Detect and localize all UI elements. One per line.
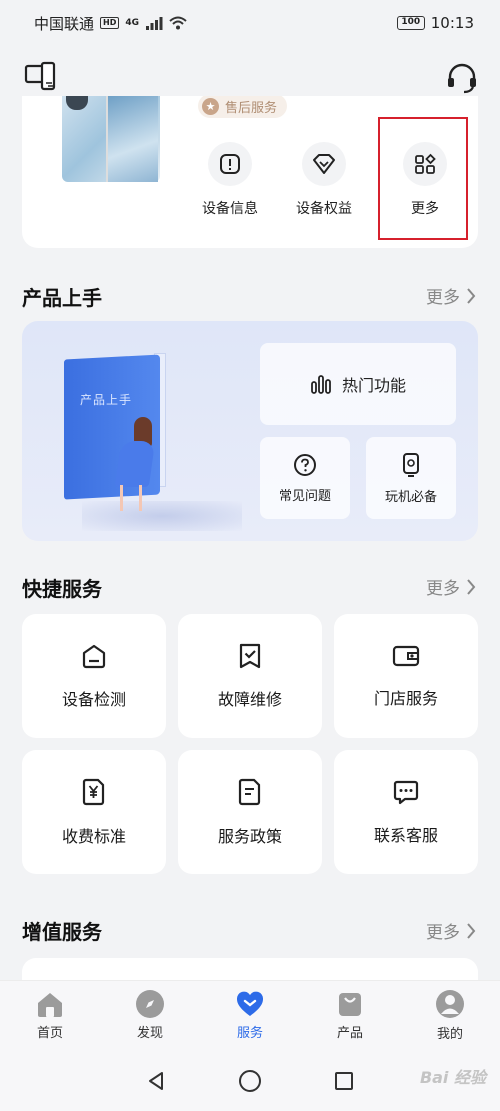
back-icon[interactable]: [145, 1070, 167, 1092]
device-check-card[interactable]: 设备检测: [22, 614, 166, 738]
status-right: 100 10:13: [396, 14, 474, 32]
hd-badge: HD: [100, 17, 120, 29]
phone-screen: [106, 96, 158, 182]
phone-tip-icon: [403, 452, 419, 477]
tab-service-label: 服务: [236, 1026, 263, 1041]
policy-card[interactable]: 服务政策: [178, 750, 322, 874]
repair-icon: [239, 643, 261, 669]
compass-icon: [136, 990, 164, 1018]
device-benefits-button[interactable]: 设备权益: [279, 142, 369, 218]
device-info-button[interactable]: 设备信息: [185, 142, 275, 218]
yuan-icon: [82, 778, 105, 806]
store-service-label: 门店服务: [373, 689, 438, 708]
home-nav-icon[interactable]: [238, 1069, 262, 1093]
watermark: Bai 经验: [419, 1068, 486, 1087]
info-icon: [208, 142, 252, 186]
contact-service-label: 联系客服: [373, 826, 438, 845]
quick-services-title: 快捷服务: [22, 577, 102, 601]
pricing-label: 收费标准: [61, 827, 126, 846]
bar-chart-icon: [311, 375, 331, 394]
tab-home[interactable]: 首页: [10, 990, 90, 1041]
guide-more-label: 更多: [426, 288, 460, 308]
recents-icon[interactable]: [333, 1070, 355, 1092]
after-sales-tag[interactable]: ★ 售后服务: [198, 96, 288, 118]
hot-features-label: 热门功能: [341, 376, 406, 395]
chevron-right-icon: [467, 578, 476, 595]
tab-products[interactable]: 产品: [310, 990, 390, 1041]
camera-module: [66, 96, 88, 110]
girl-legs: [120, 485, 142, 511]
tab-discover-label: 发现: [136, 1026, 163, 1041]
signal-icon: [146, 17, 163, 30]
highlight-annotation: [378, 117, 468, 240]
diamond-icon: [302, 142, 346, 186]
tab-me-label: 我的: [436, 1027, 463, 1042]
guide-more-link[interactable]: 更多: [426, 283, 476, 308]
multi-device-icon: [24, 61, 56, 91]
switch-device-button[interactable]: [22, 58, 62, 98]
heart-icon: [236, 991, 264, 1016]
hot-features-tile[interactable]: 热门功能: [260, 343, 456, 425]
contact-service-card[interactable]: 联系客服: [334, 750, 478, 874]
status-left: 中国联通 HD 4G: [34, 13, 187, 34]
product-guide-banner[interactable]: 产品上手 热门功能 常见问题 玩机必备: [22, 321, 478, 541]
value-added-title: 增值服务: [22, 920, 102, 944]
tab-me[interactable]: 我的: [410, 989, 490, 1042]
chevron-right-icon: [467, 922, 476, 939]
question-icon: [294, 453, 316, 476]
pricing-card[interactable]: 收费标准: [22, 750, 166, 874]
chevron-right-icon: [467, 287, 476, 304]
value-added-more-link[interactable]: 更多: [426, 918, 476, 943]
policy-label: 服务政策: [217, 827, 282, 846]
headset-icon: [448, 63, 476, 94]
guide-section-title: 产品上手: [22, 286, 102, 310]
device-image: [62, 96, 160, 182]
floor-shadow: [82, 501, 242, 531]
home-icon: [38, 993, 62, 1017]
store-icon: [392, 645, 420, 667]
status-bar: 中国联通 HD 4G 100 10:13: [0, 0, 500, 46]
chat-icon: [393, 780, 419, 805]
device-info-label: 设备信息: [202, 201, 258, 217]
tips-label: 玩机必备: [384, 489, 437, 505]
store-service-card[interactable]: 门店服务: [334, 614, 478, 738]
tab-products-label: 产品: [336, 1026, 363, 1041]
quick-services-more-link[interactable]: 更多: [426, 574, 476, 599]
star-icon: ★: [202, 97, 219, 115]
network-type: 4G: [125, 18, 140, 28]
bottom-tab-bar: 首页 发现 服务 产品 我的: [0, 980, 500, 1050]
tab-discover[interactable]: 发现: [110, 990, 190, 1041]
clock: 10:13: [430, 14, 474, 32]
user-icon: [436, 990, 464, 1018]
faq-tile[interactable]: 常见问题: [260, 437, 350, 519]
device-benefits-label: 设备权益: [296, 201, 352, 217]
book-title: 产品上手: [80, 393, 133, 407]
repair-label: 故障维修: [217, 690, 282, 709]
after-sales-label: 售后服务: [225, 100, 278, 116]
carrier-name: 中国联通: [34, 14, 95, 33]
device-check-icon: [82, 644, 106, 669]
girl-illustration: [114, 441, 156, 487]
bag-icon: [339, 993, 361, 1016]
device-check-label: 设备检测: [61, 690, 126, 709]
faq-label: 常见问题: [278, 488, 331, 504]
tab-service[interactable]: 服务: [210, 990, 290, 1041]
policy-icon: [238, 778, 261, 806]
battery-indicator: 100: [396, 16, 425, 30]
quick-services-more-label: 更多: [426, 579, 460, 599]
customer-service-button[interactable]: [442, 58, 482, 98]
repair-card[interactable]: 故障维修: [178, 614, 322, 738]
wifi-icon: [169, 16, 187, 30]
tips-tile[interactable]: 玩机必备: [366, 437, 456, 519]
tab-home-label: 首页: [36, 1026, 63, 1041]
value-added-more-label: 更多: [426, 923, 460, 943]
